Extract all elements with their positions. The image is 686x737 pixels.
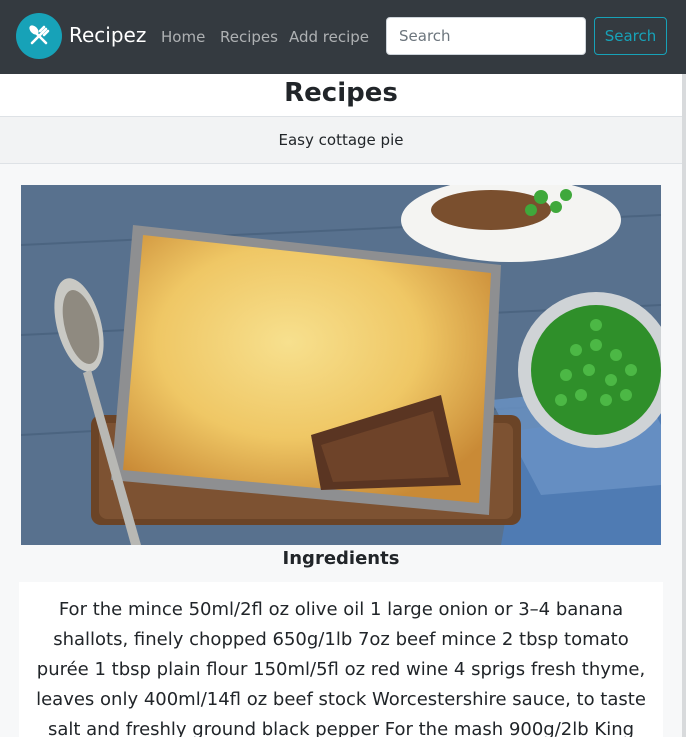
nav-link-add-recipe[interactable]: Add recipe: [289, 27, 369, 47]
recipe-title-bar: Easy cottage pie: [0, 116, 682, 164]
ingredients-text: For the mince 50ml/2fl oz olive oil 1 la…: [36, 599, 646, 737]
brand-name[interactable]: Recipez: [69, 22, 146, 48]
navbar: Recipez Home Recipes Add recipe Search: [0, 0, 686, 74]
search-input[interactable]: [386, 17, 586, 55]
ingredients-heading: Ingredients: [282, 548, 400, 569]
page-title: Recipes: [284, 78, 398, 108]
search-button[interactable]: Search: [594, 17, 667, 55]
nav-link-recipes[interactable]: Recipes: [220, 27, 278, 47]
recipe-name: Easy cottage pie: [278, 131, 404, 149]
ingredients-card: For the mince 50ml/2fl oz olive oil 1 la…: [19, 582, 663, 737]
recipe-image: [21, 185, 661, 545]
nav-link-home[interactable]: Home: [161, 27, 205, 47]
fork-knife-icon[interactable]: [16, 13, 62, 59]
scrollbar[interactable]: [682, 74, 686, 737]
